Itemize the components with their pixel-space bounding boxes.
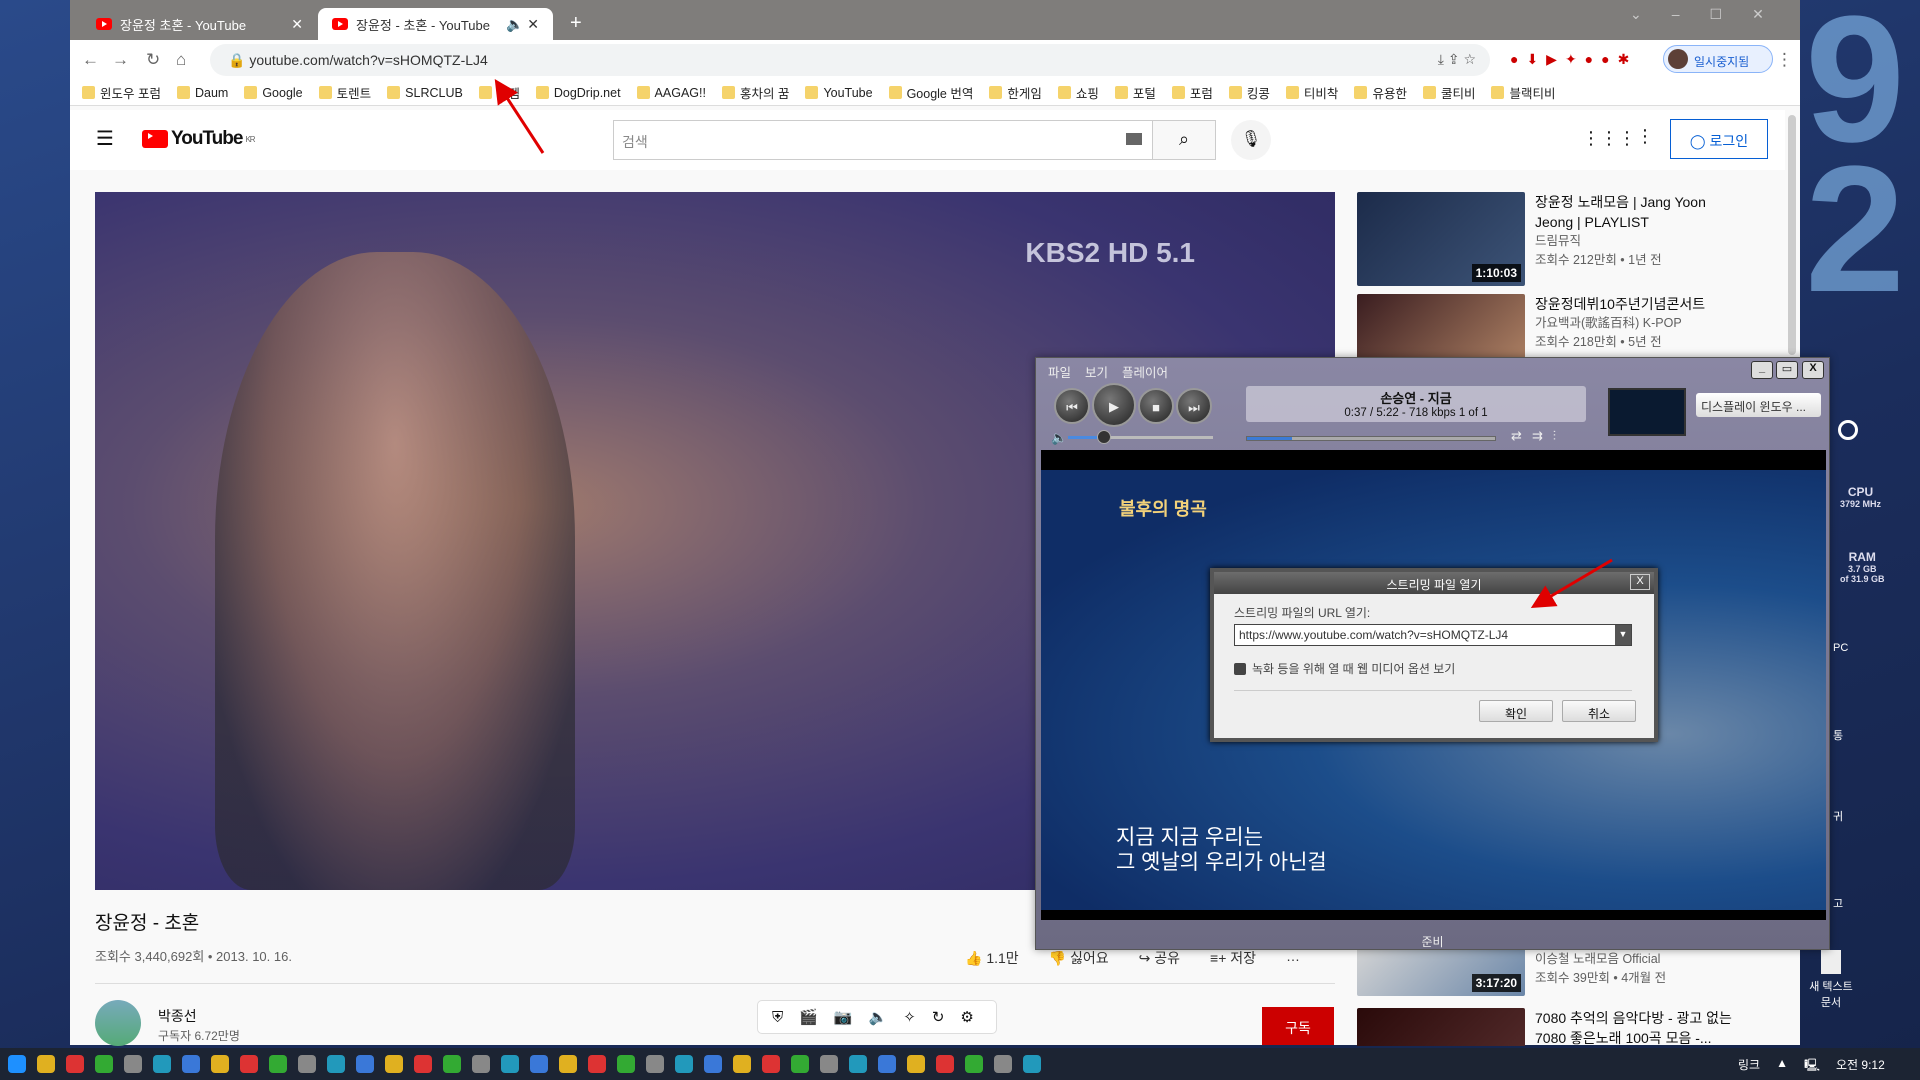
taskbar-app-icon[interactable] (269, 1055, 287, 1073)
taskbar-app-icon[interactable] (907, 1055, 925, 1073)
taskbar-app-icon[interactable] (733, 1055, 751, 1073)
taskbar-app-icon[interactable] (994, 1055, 1012, 1073)
taskbar-app-icon[interactable] (327, 1055, 345, 1073)
taskbar-app-icon[interactable] (182, 1055, 200, 1073)
taskbar-app-icon[interactable] (965, 1055, 983, 1073)
taskbar-app-icon[interactable] (617, 1055, 635, 1073)
taskbar-app-icon[interactable] (501, 1055, 519, 1073)
taskbar-app-icon[interactable] (878, 1055, 896, 1073)
taskbar-app-icon[interactable] (646, 1055, 664, 1073)
taskbar-app-icon[interactable] (791, 1055, 809, 1073)
taskbar-app-icon[interactable] (66, 1055, 84, 1073)
taskbar-app-icon[interactable] (1023, 1055, 1041, 1073)
taskbar-app-icon[interactable] (849, 1055, 867, 1073)
network-icon[interactable]: 🖳 (1804, 1056, 1820, 1077)
taskbar-app-icon[interactable] (37, 1055, 55, 1073)
taskbar-app-icon[interactable] (8, 1055, 26, 1073)
tray-chevron-icon[interactable]: ▲ (1776, 1056, 1788, 1077)
taskbar-app-icon[interactable] (414, 1055, 432, 1073)
taskbar-app-icon[interactable] (153, 1055, 171, 1073)
taskbar-app-icon[interactable] (298, 1055, 316, 1073)
taskbar-app-icon[interactable] (559, 1055, 577, 1073)
clock[interactable]: 오전 9:12 (1836, 1056, 1885, 1077)
taskbar-app-icon[interactable] (211, 1055, 229, 1073)
taskbar-app-icon[interactable] (385, 1055, 403, 1073)
annotation-arrows (494, 78, 1613, 609)
taskbar-app-icon[interactable] (443, 1055, 461, 1073)
system-tray: 링크 ▲ 🖳 오전 9:12 (1738, 1056, 1885, 1077)
taskbar-app-icon[interactable] (588, 1055, 606, 1073)
arrow-to-url (494, 78, 545, 154)
taskbar-app-icon[interactable] (240, 1055, 258, 1073)
taskbar-app-icon[interactable] (124, 1055, 142, 1073)
taskbar-app-icon[interactable] (675, 1055, 693, 1073)
taskbar-app-icon[interactable] (936, 1055, 954, 1073)
links-toolbar[interactable]: 링크 (1738, 1056, 1760, 1077)
taskbar-app-icon[interactable] (762, 1055, 780, 1073)
taskbar-app-icon[interactable] (472, 1055, 490, 1073)
taskbar-app-icon[interactable] (820, 1055, 838, 1073)
taskbar-app-icon[interactable] (530, 1055, 548, 1073)
taskbar (0, 1048, 1920, 1080)
taskbar-app-icon[interactable] (95, 1055, 113, 1073)
taskbar-app-icon[interactable] (356, 1055, 374, 1073)
taskbar-app-icon[interactable] (704, 1055, 722, 1073)
arrow-to-dialog (1530, 558, 1613, 609)
